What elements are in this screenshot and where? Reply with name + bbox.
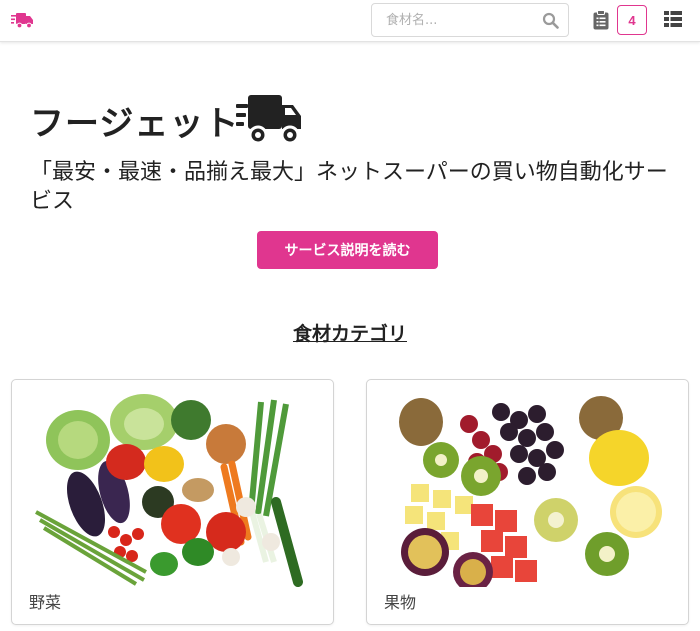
category-card-fruits[interactable]: 果物 — [366, 379, 689, 625]
search-input[interactable] — [372, 4, 542, 36]
clipboard-list-icon[interactable] — [592, 10, 610, 30]
category-label: 野菜 — [29, 593, 62, 612]
search-box — [371, 3, 569, 37]
search-icon[interactable] — [542, 12, 559, 29]
cart-count-badge[interactable]: 4 — [617, 5, 647, 35]
category-section-title: 食材カテゴリ — [292, 323, 407, 345]
vegetables-photo — [26, 392, 320, 587]
page-title: フージェット — [30, 104, 240, 144]
th-list-icon[interactable] — [664, 11, 682, 27]
delivery-truck-icon[interactable] — [11, 10, 33, 30]
category-label: 果物 — [384, 593, 417, 612]
navbar: 4 — [0, 0, 700, 42]
category-card-vegetables[interactable]: 野菜 — [11, 379, 334, 625]
read-service-description-button[interactable]: サービス説明を読む — [257, 231, 438, 269]
delivery-truck-icon — [236, 95, 301, 145]
fruits-photo — [381, 392, 675, 587]
hero-subtitle: 「最安・最速・品揃え最大」ネットスーパーの買い物自動化サービス — [30, 160, 668, 214]
